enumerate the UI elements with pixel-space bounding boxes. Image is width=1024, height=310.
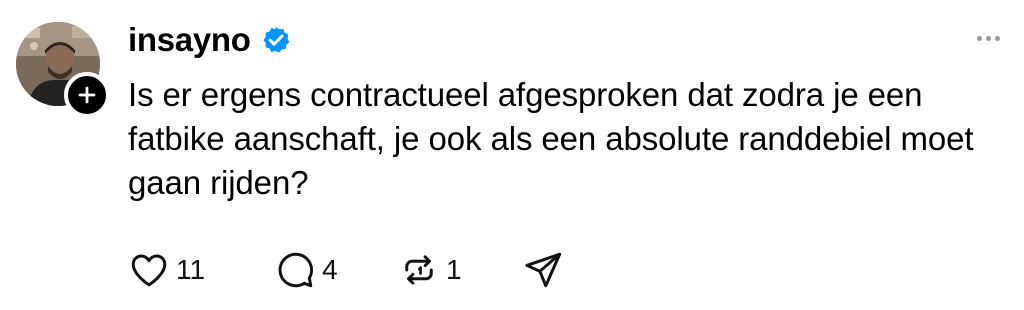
share-button[interactable] — [522, 248, 564, 292]
like-button[interactable]: 11 — [128, 248, 274, 292]
repost-icon — [405, 255, 433, 285]
send-icon — [525, 252, 562, 288]
reply-count: 4 — [322, 254, 338, 285]
repost-count: 1 — [446, 254, 462, 285]
avatar-container[interactable] — [16, 22, 110, 118]
comment-icon — [278, 252, 313, 288]
reply-button[interactable]: 4 — [274, 248, 398, 292]
more-icon — [976, 35, 982, 41]
post-text: Is er ergens contractueel afgesproken da… — [128, 76, 974, 201]
verified-icon — [262, 26, 289, 53]
post-actions: 11 4 1 — [128, 248, 564, 292]
verified-badge — [261, 25, 291, 55]
repost-button[interactable]: 1 — [398, 248, 522, 292]
more-options-button[interactable] — [970, 26, 1006, 50]
heart-icon — [131, 254, 167, 287]
like-count: 11 — [176, 254, 206, 285]
post-header: insayno — [128, 18, 291, 62]
username[interactable]: insayno — [128, 18, 251, 62]
thread-post: insayno Is er ergens contractueel afgesp… — [0, 0, 1024, 310]
plus-icon — [78, 86, 96, 104]
follow-button[interactable] — [64, 72, 110, 118]
